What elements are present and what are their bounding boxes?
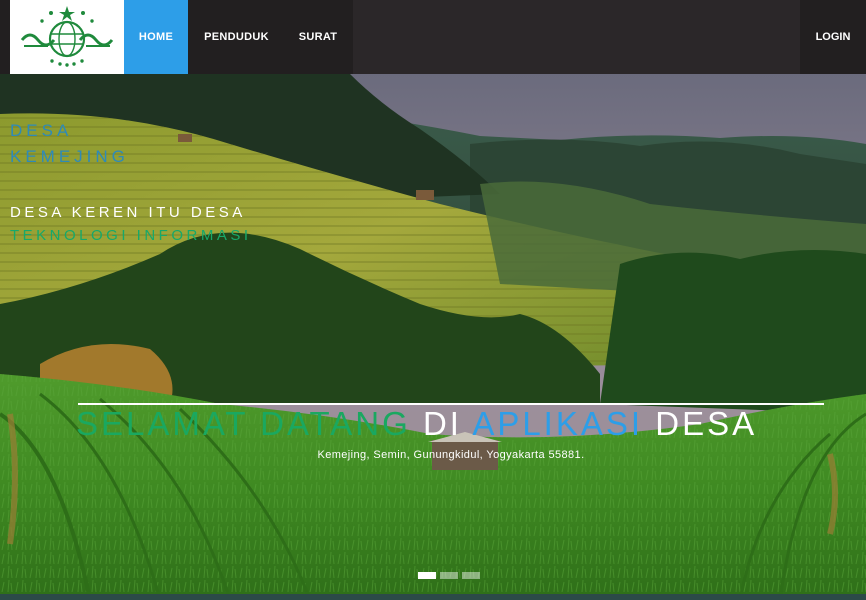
navbar: NU HOME PENDUDUK SURAT LOGIN — [0, 0, 866, 74]
site-title-line1: DESA — [10, 121, 73, 140]
bottom-strip — [0, 594, 866, 600]
main-nav: HOME PENDUDUK SURAT — [124, 0, 351, 74]
welcome-part1: SELAMAT DATANG — [76, 405, 411, 442]
rice-terrace-image — [0, 74, 866, 600]
carousel-indicators — [418, 572, 480, 579]
tagline-line2: TEKNOLOGI INFORMASI — [10, 227, 252, 244]
carousel-indicator-1[interactable] — [418, 572, 436, 579]
login-button[interactable]: LOGIN — [800, 0, 866, 74]
nav-item-surat[interactable]: SURAT — [285, 0, 351, 74]
welcome-heading: SELAMAT DATANG DI APLIKASI DESA — [76, 405, 757, 443]
navbar-spacer — [353, 0, 800, 74]
village-address: Kemejing, Semin, Gunungkidul, Yogyakarta… — [317, 449, 585, 461]
carousel-indicator-3[interactable] — [462, 572, 480, 579]
welcome-part3: APLIKASI — [472, 405, 644, 442]
hero-carousel: DESA KEMEJING DESA KEREN ITU DESA TEKNOL… — [0, 74, 866, 600]
tagline-line1: DESA KEREN ITU DESA — [10, 204, 246, 221]
nav-item-home[interactable]: HOME — [124, 0, 188, 74]
site-title-line2: KEMEJING — [10, 147, 129, 166]
welcome-part2: DI — [422, 405, 462, 442]
welcome-part4: DESA — [655, 405, 758, 442]
nu-logo-icon: NU — [20, 6, 114, 67]
carousel-indicator-2[interactable] — [440, 572, 458, 579]
brand-logo[interactable]: NU — [10, 0, 124, 74]
nav-item-penduduk[interactable]: PENDUDUK — [188, 0, 285, 74]
